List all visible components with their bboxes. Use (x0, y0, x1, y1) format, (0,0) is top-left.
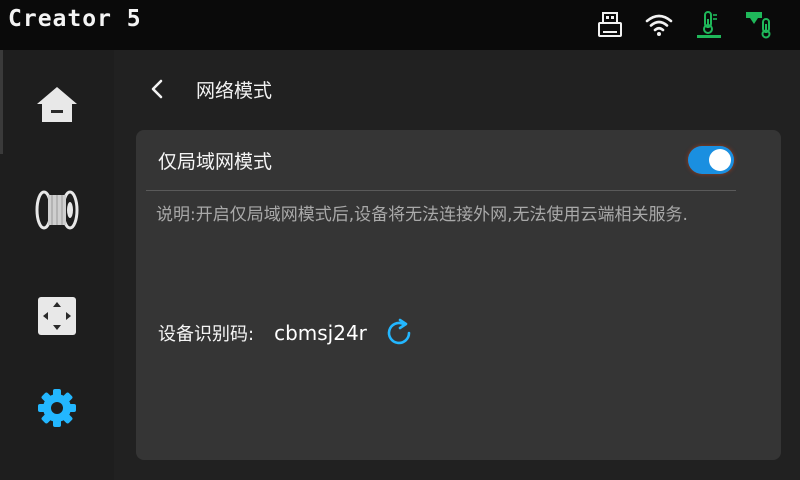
top-bar: Creator 5 (0, 0, 800, 50)
toggle-knob (709, 149, 731, 171)
lan-mode-description: 说明:开启仅局域网模式后,设备将无法连接外网,无法使用云端相关服务. (156, 205, 688, 225)
usb-icon (595, 10, 625, 40)
app-title: Creator 5 (8, 6, 142, 32)
device-id-label: 设备识别码: (158, 324, 255, 345)
lan-mode-label: 仅局域网模式 (158, 151, 273, 173)
refresh-button[interactable] (383, 317, 415, 349)
filament-spool-icon (35, 190, 79, 230)
settings-panel: 仅局域网模式 说明:开启仅局域网模式后,设备将无法连接外网,无法使用云端相关服务… (136, 130, 781, 460)
home-icon (37, 87, 77, 122)
nozzle-temperature-icon (744, 10, 774, 40)
back-button[interactable] (140, 74, 174, 104)
gear-icon (38, 389, 76, 427)
bed-temperature-icon (694, 10, 724, 40)
refresh-icon (387, 318, 411, 345)
divider (146, 190, 736, 191)
lan-mode-toggle[interactable] (688, 146, 734, 174)
sidebar-item-move-axis[interactable] (22, 281, 92, 351)
sidebar-item-settings[interactable] (22, 373, 92, 443)
device-id-value: cbmsj24r (274, 321, 367, 345)
wifi-icon (644, 10, 674, 40)
sidebar-scroll-indicator (0, 50, 3, 154)
page-title: 网络模式 (196, 80, 273, 102)
chevron-left-icon (151, 79, 163, 99)
device-id-row: 设备识别码: cbmsj24r (158, 318, 415, 348)
move-axis-icon (38, 297, 76, 335)
sidebar-item-home[interactable] (22, 70, 92, 140)
sidebar-item-filament[interactable] (22, 175, 92, 245)
